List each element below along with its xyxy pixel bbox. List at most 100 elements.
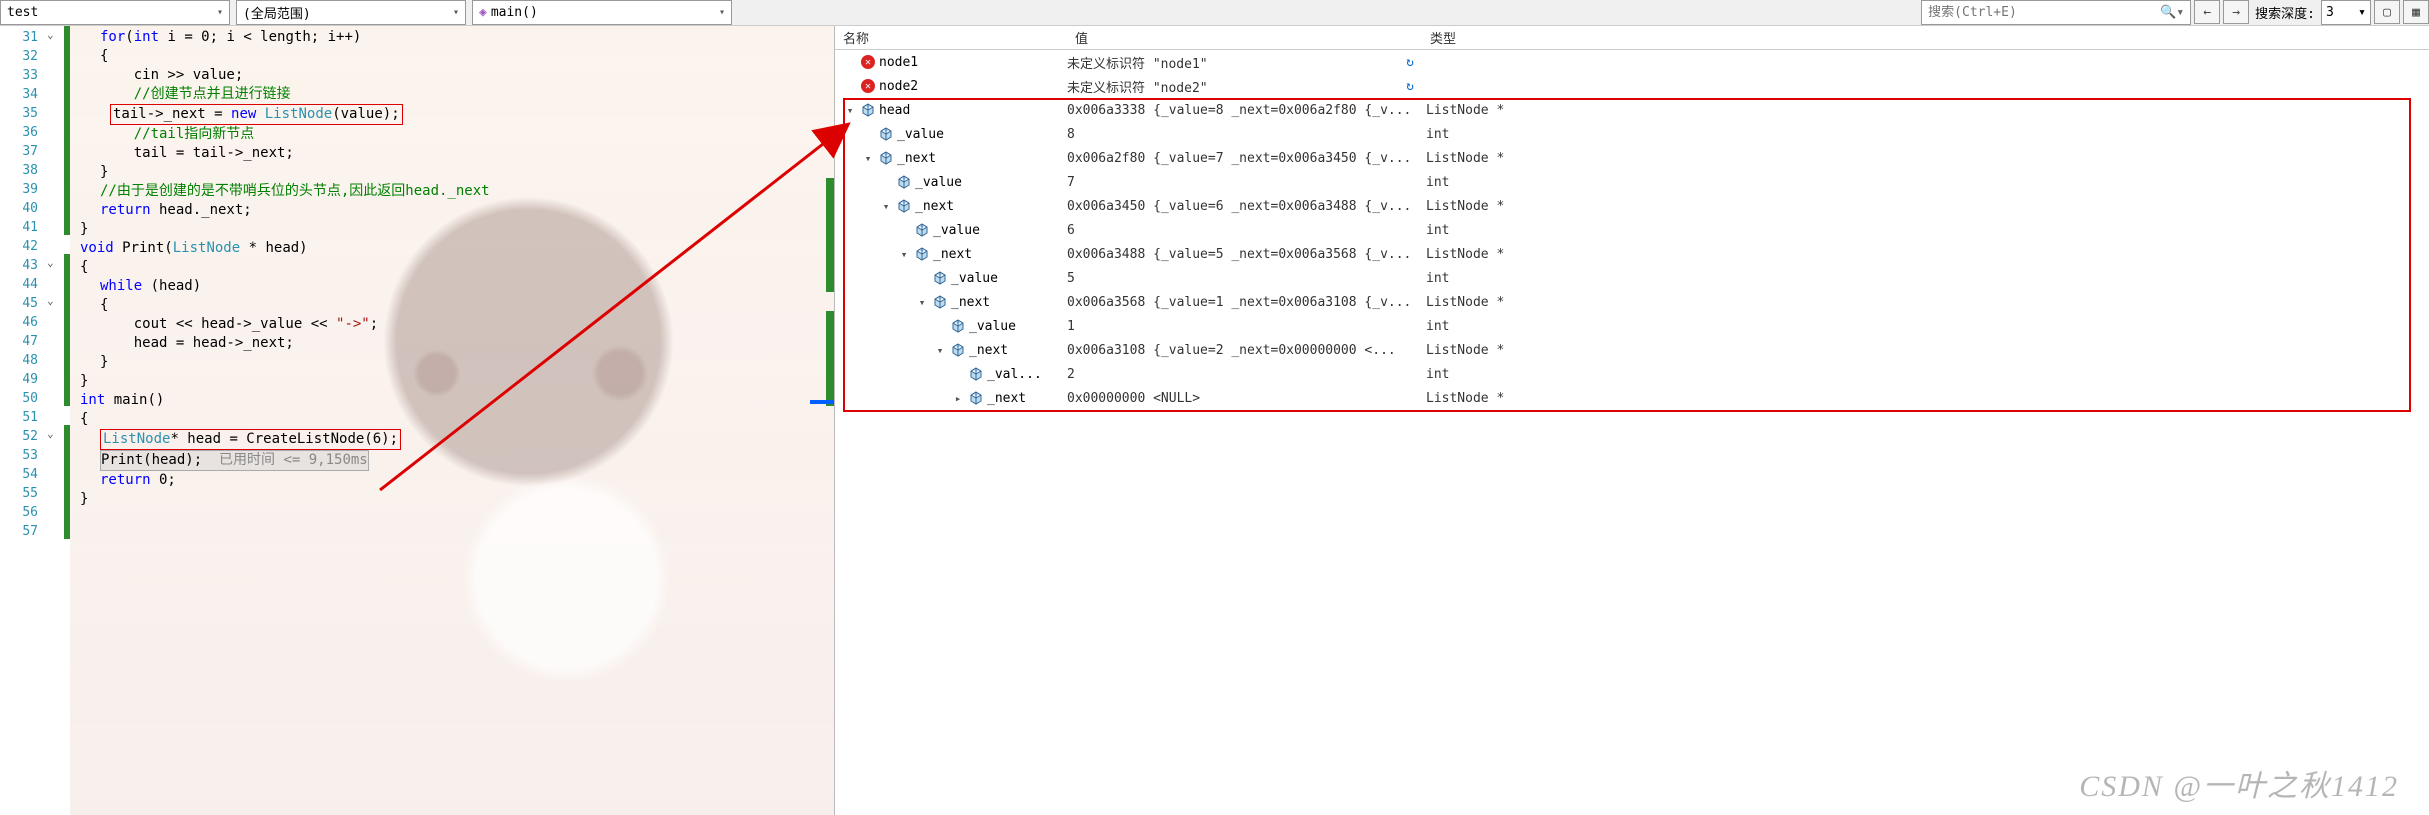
line-number: 51 — [0, 408, 44, 427]
watch-row[interactable]: _value7int — [835, 170, 2429, 194]
expander-icon[interactable]: ▾ — [933, 344, 947, 357]
code-line[interactable]: cin >> value; — [70, 66, 834, 85]
code-line[interactable]: void Print(ListNode * head) — [70, 239, 834, 258]
scope-function-label: main() — [491, 5, 538, 20]
watch-var-value: 7 — [1067, 175, 1422, 190]
watermark: CSDN @一叶之秋1412 — [2079, 761, 2399, 805]
line-number: 48 — [0, 351, 44, 370]
code-line[interactable]: } — [70, 353, 834, 372]
line-number: 52 — [0, 427, 44, 446]
code-line[interactable]: for(int i = 0; i < length; i++) — [70, 28, 834, 47]
object-icon — [861, 103, 875, 117]
chevron-down-icon: ▾ — [719, 7, 725, 18]
code-line[interactable]: { — [70, 258, 834, 277]
watch-var-name: _next — [951, 295, 990, 310]
watch-body[interactable]: ✕node1未定义标识符 "node1"↻✕node2未定义标识符 "node2… — [835, 50, 2429, 815]
watch-row[interactable]: ▸_next0x00000000 <NULL>ListNode * — [835, 386, 2429, 410]
nav-back-button[interactable]: ← — [2194, 0, 2220, 24]
code-line[interactable]: } — [70, 490, 834, 509]
scope-project-dropdown[interactable]: test ▾ — [0, 0, 230, 25]
code-line[interactable]: { — [70, 410, 834, 429]
code-line[interactable]: tail->_next = new ListNode(value); — [70, 104, 834, 125]
code-line[interactable]: return 0; — [70, 471, 834, 490]
code-line[interactable]: } — [70, 163, 834, 182]
watch-row[interactable]: ▾_next0x006a3450 {_value=6 _next=0x006a3… — [835, 194, 2429, 218]
depth-input[interactable]: 3 ▾ — [2321, 0, 2371, 25]
expander-icon[interactable]: ▾ — [879, 200, 893, 213]
object-icon — [897, 199, 911, 213]
watch-row[interactable]: ▾_next0x006a2f80 {_value=7 _next=0x006a3… — [835, 146, 2429, 170]
code-body[interactable]: for(int i = 0; i < length; i++){ cin >> … — [70, 26, 834, 815]
line-number: 56 — [0, 503, 44, 522]
code-line[interactable]: head = head->_next; — [70, 334, 834, 353]
object-icon — [933, 295, 947, 309]
watch-row[interactable]: ▾head0x006a3338 {_value=8 _next=0x006a2f… — [835, 98, 2429, 122]
code-line[interactable]: tail = tail->_next; — [70, 144, 834, 163]
search-box[interactable]: 🔍▾ — [1921, 0, 2191, 25]
toolbar-button-2[interactable]: ▦ — [2403, 0, 2429, 24]
line-number: 34 — [0, 85, 44, 104]
watch-var-value: 8 — [1067, 127, 1422, 142]
depth-label: 搜索深度: — [2249, 0, 2321, 25]
watch-row[interactable]: ▾_next0x006a3108 {_value=2 _next=0x00000… — [835, 338, 2429, 362]
code-line[interactable]: { — [70, 296, 834, 315]
line-number: 47 — [0, 332, 44, 351]
watch-row[interactable]: _value5int — [835, 266, 2429, 290]
col-type[interactable]: 类型 — [1422, 26, 2429, 49]
code-line[interactable]: { — [70, 47, 834, 66]
scope-function-dropdown[interactable]: ◈ main() ▾ — [472, 0, 732, 25]
watch-row[interactable]: ▾_next0x006a3568 {_value=1 _next=0x006a3… — [835, 290, 2429, 314]
watch-row[interactable]: _value6int — [835, 218, 2429, 242]
watch-row[interactable]: ✕node2未定义标识符 "node2"↻ — [835, 74, 2429, 98]
watch-var-name: _value — [933, 223, 980, 238]
col-name[interactable]: 名称 — [835, 26, 1067, 49]
refresh-icon[interactable]: ↻ — [1406, 79, 1414, 94]
watch-var-name: _value — [897, 127, 944, 142]
watch-row[interactable]: _value8int — [835, 122, 2429, 146]
watch-var-value: 1 — [1067, 319, 1422, 334]
watch-var-value: 6 — [1067, 223, 1422, 238]
code-line[interactable]: Print(head); 已用时间 <= 9,150ms — [70, 450, 834, 471]
code-line[interactable]: } — [70, 372, 834, 391]
line-number: 44 — [0, 275, 44, 294]
fold-toggle[interactable]: ⌄ — [47, 256, 54, 269]
watch-row[interactable]: _val...2int — [835, 362, 2429, 386]
code-line[interactable]: } — [70, 220, 834, 239]
expander-icon[interactable]: ▸ — [951, 392, 965, 405]
watch-row[interactable]: ▾_next0x006a3488 {_value=5 _next=0x006a3… — [835, 242, 2429, 266]
scope-global-dropdown[interactable]: (全局范围) ▾ — [236, 0, 466, 25]
watch-var-type: ListNode * — [1422, 247, 2429, 262]
scope-global-label: (全局范围) — [243, 3, 311, 22]
watch-row[interactable]: ✕node1未定义标识符 "node1"↻ — [835, 50, 2429, 74]
code-line[interactable]: cout << head->_value << "->"; — [70, 315, 834, 334]
watch-var-name: _next — [969, 343, 1008, 358]
code-line[interactable]: return head._next; — [70, 201, 834, 220]
watch-var-value: 2 — [1067, 367, 1422, 382]
nav-forward-button[interactable]: → — [2223, 0, 2249, 24]
code-line[interactable]: while (head) — [70, 277, 834, 296]
watch-row[interactable]: _value1int — [835, 314, 2429, 338]
expander-icon[interactable]: ▾ — [843, 104, 857, 117]
toolbar-button-1[interactable]: ▢ — [2374, 0, 2400, 24]
expander-icon[interactable]: ▾ — [861, 152, 875, 165]
search-input[interactable] — [1928, 5, 2156, 20]
code-line[interactable]: ListNode* head = CreateListNode(6); — [70, 429, 834, 450]
col-value[interactable]: 值 — [1067, 26, 1422, 49]
expander-icon[interactable]: ▾ — [915, 296, 929, 309]
watch-var-name: _next — [915, 199, 954, 214]
code-line[interactable]: //由于是创建的是不带哨兵位的头节点,因此返回head._next — [70, 182, 834, 201]
refresh-icon[interactable]: ↻ — [1406, 55, 1414, 70]
object-icon — [915, 223, 929, 237]
code-line[interactable]: int main() — [70, 391, 834, 410]
fold-toggle[interactable]: ⌄ — [47, 28, 54, 41]
watch-var-type: ListNode * — [1422, 391, 2429, 406]
object-icon — [969, 367, 983, 381]
watch-var-type: ListNode * — [1422, 103, 2429, 118]
object-icon — [879, 127, 893, 141]
search-icon: 🔍▾ — [2160, 5, 2184, 20]
fold-toggle[interactable]: ⌄ — [47, 427, 54, 440]
fold-toggle[interactable]: ⌄ — [47, 294, 54, 307]
code-line[interactable]: //创建节点并且进行链接 — [70, 85, 834, 104]
code-line[interactable]: //tail指向新节点 — [70, 125, 834, 144]
expander-icon[interactable]: ▾ — [897, 248, 911, 261]
